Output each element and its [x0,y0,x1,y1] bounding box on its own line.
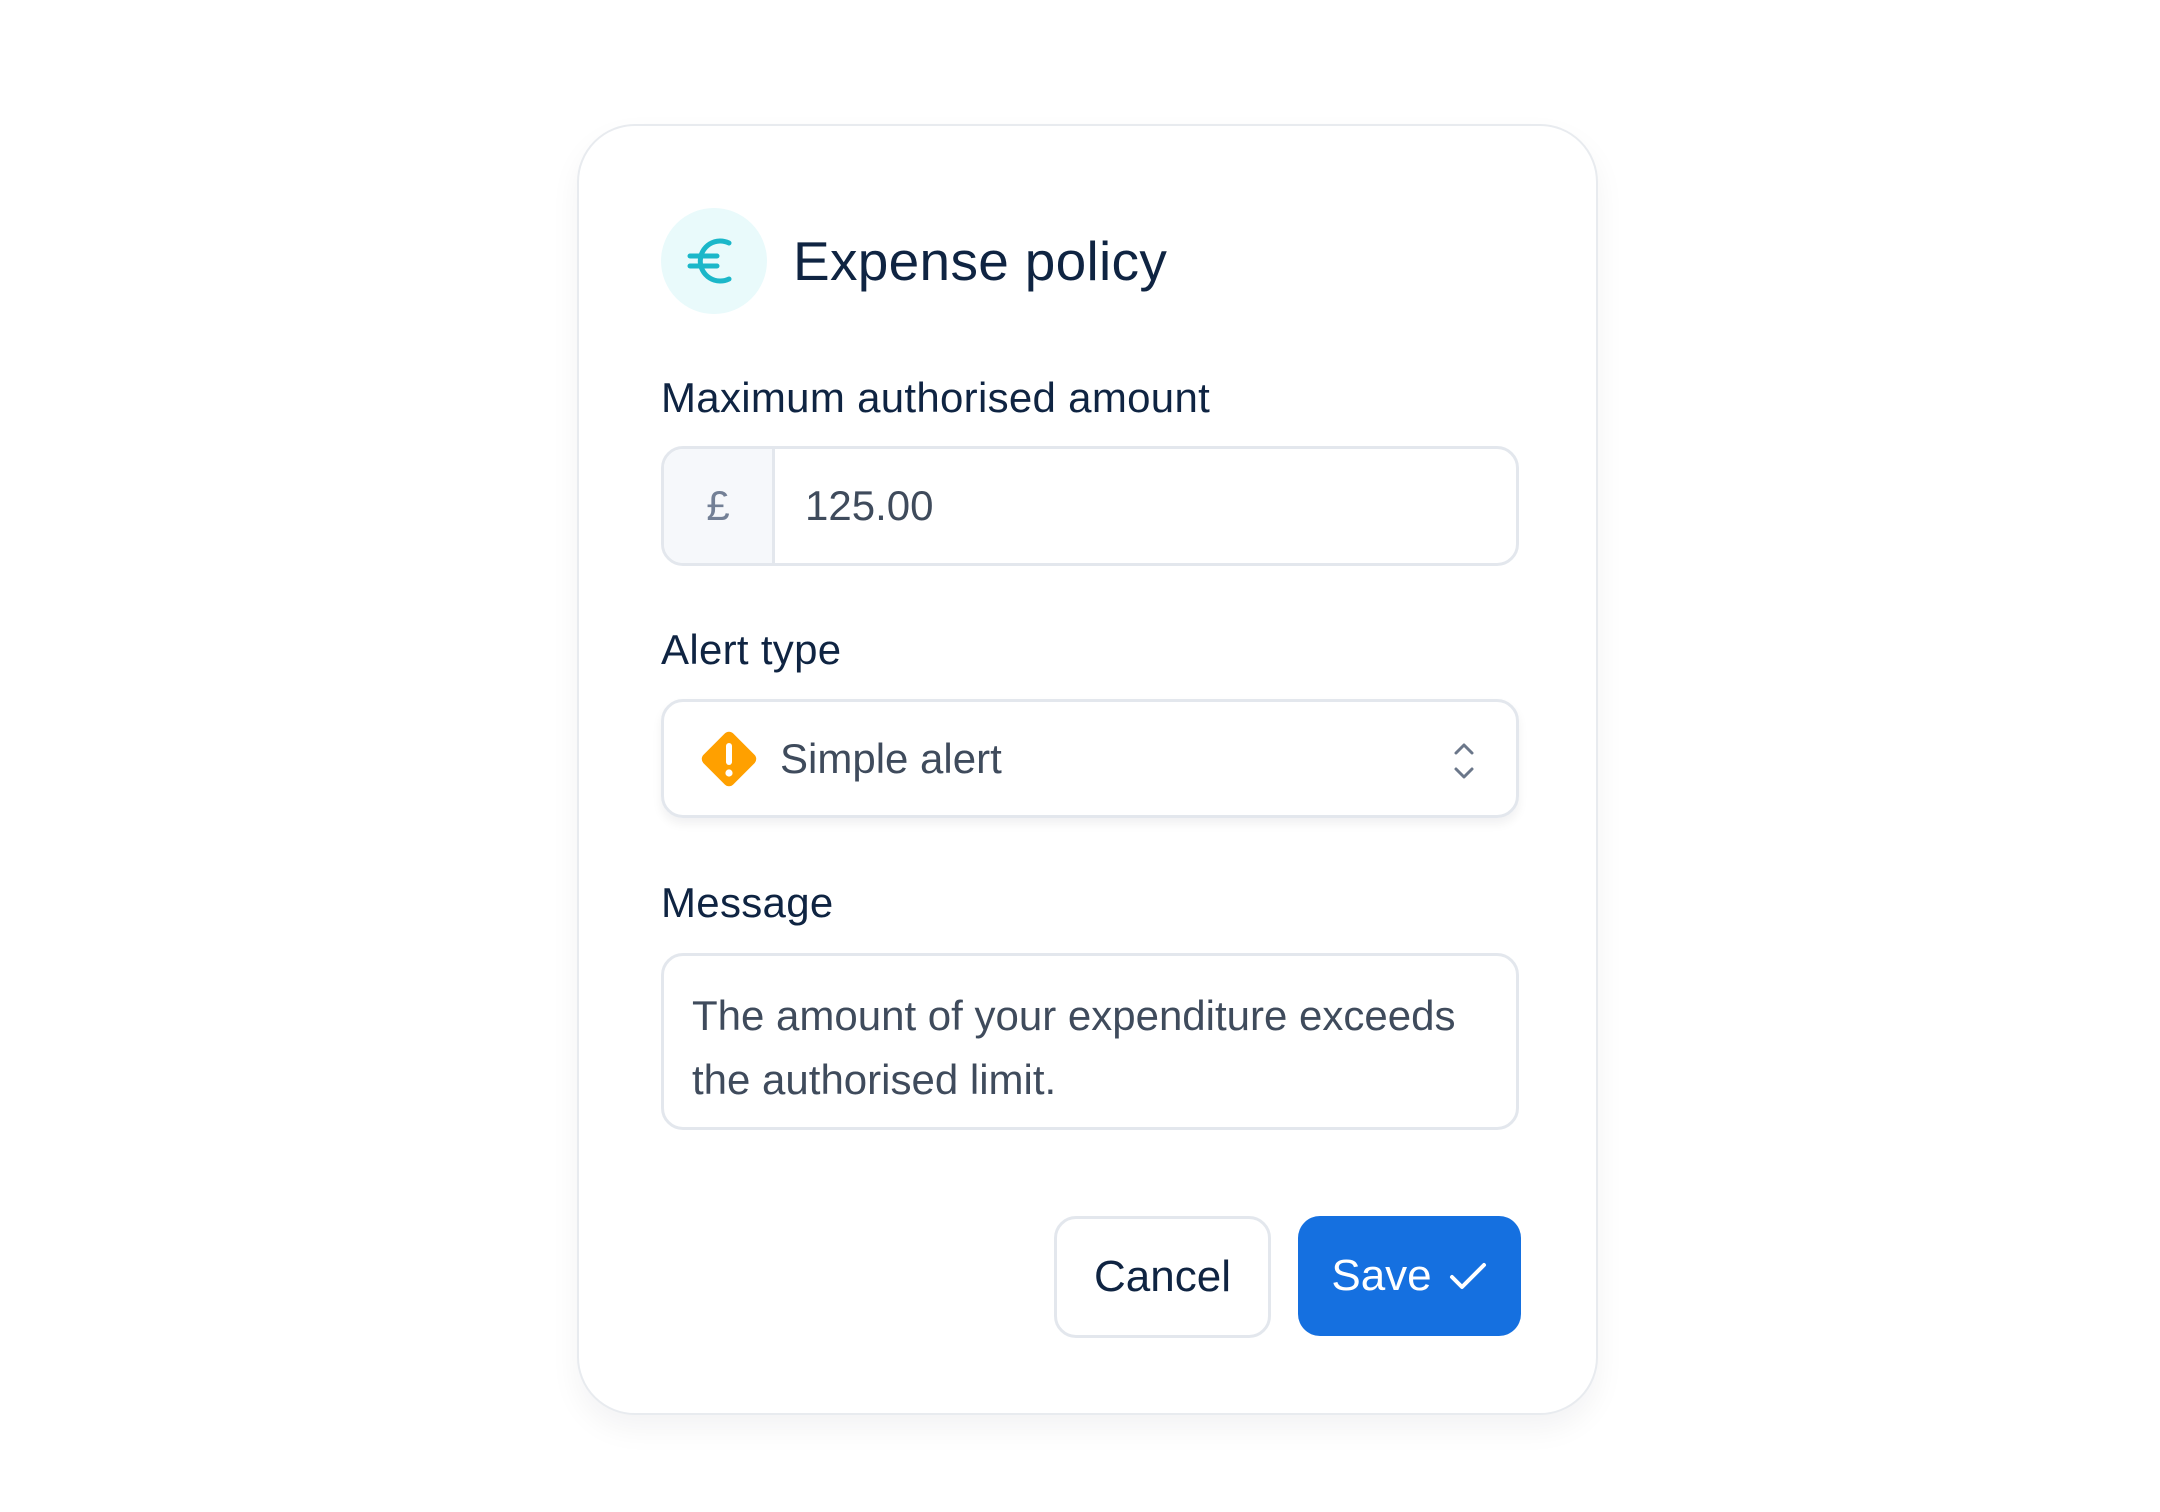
save-button-label: Save [1331,1251,1432,1300]
chevron-up-down-icon [1454,743,1474,779]
alert-type-select[interactable]: Simple alert [661,699,1519,818]
check-icon [1449,1263,1486,1289]
amount-value[interactable]: 125.00 [775,449,933,563]
message-textarea[interactable]: The amount of your expenditure exceeds t… [661,953,1519,1130]
cancel-button-label: Cancel [1094,1252,1231,1301]
cancel-button[interactable]: Cancel [1054,1216,1271,1338]
message-label: Message [661,879,834,926]
amount-label: Maximum authorised amount [661,374,1211,421]
dialog-header: Expense policy [661,208,1167,314]
currency-prefix: £ [664,449,775,563]
page-title: Expense policy [793,230,1168,292]
save-button[interactable]: Save [1298,1216,1521,1336]
warning-icon [701,731,757,786]
expense-policy-dialog: Expense policy Maximum authorised amount… [577,124,1598,1415]
alert-type-label: Alert type [661,626,842,673]
amount-input[interactable]: £ 125.00 [661,446,1519,566]
alert-type-value: Simple alert [780,734,1002,782]
euro-icon [661,208,767,314]
